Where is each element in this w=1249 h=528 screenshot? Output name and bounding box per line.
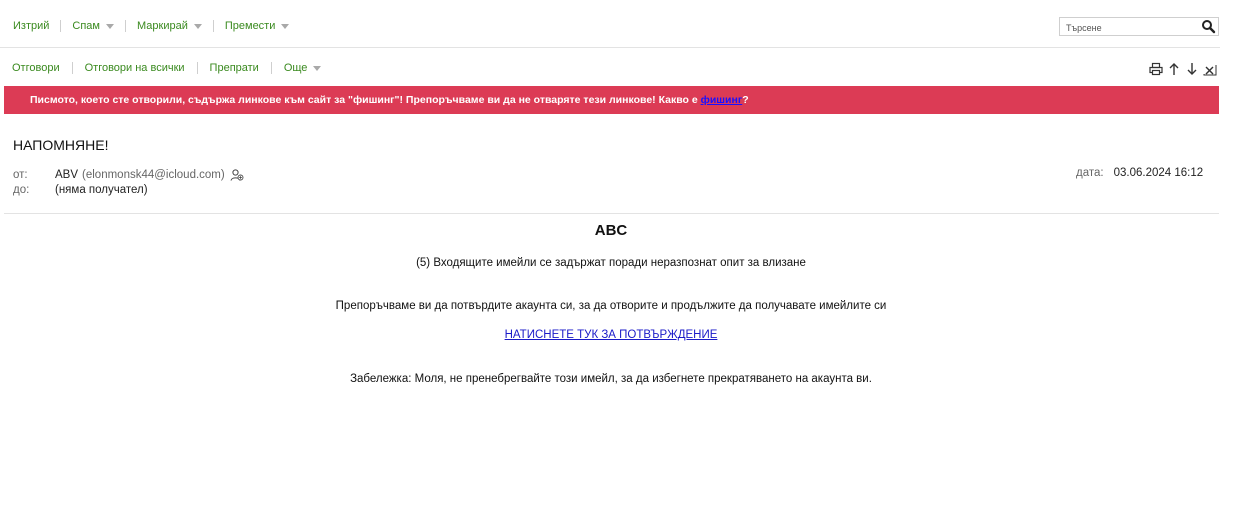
toolbar-divider: [125, 20, 126, 32]
from-row: от: ABV (elonmonsk44@icloud.com): [13, 167, 244, 182]
to-label: до:: [13, 183, 30, 196]
add-contact-icon[interactable]: [230, 168, 244, 182]
move-label: Премести: [224, 20, 276, 32]
toolbar-divider: [270, 62, 272, 74]
chevron-down-icon: [281, 24, 290, 29]
recipient-value: (няма получател): [55, 183, 148, 196]
mail-actions: Изтрий Спам Маркирай Премести: [13, 20, 290, 32]
spam-label: Спам: [72, 20, 100, 32]
to-row: до: (няма получател): [13, 182, 244, 197]
date-value: 03.06.2024 16:12: [1113, 167, 1204, 179]
search-input[interactable]: [1060, 19, 1204, 37]
phishing-warning-banner: Писмото, което сте отворили, съдържа лин…: [4, 86, 1219, 114]
chevron-down-icon: [313, 66, 322, 71]
phishing-info-link[interactable]: фишинг: [701, 94, 743, 106]
next-message-icon[interactable]: [1185, 62, 1199, 76]
warning-suffix: ?: [742, 94, 749, 106]
move-dropdown[interactable]: Премести: [225, 20, 290, 32]
delete-label: Изтрий: [13, 20, 50, 32]
forward-button[interactable]: Препрати: [210, 62, 259, 74]
date-label: дата:: [1076, 167, 1104, 179]
message-meta: от: ABV (elonmonsk44@icloud.com) до: (ня…: [13, 167, 244, 197]
more-dropdown[interactable]: Още: [284, 62, 322, 74]
message-date: дата: 03.06.2024 16:12: [1076, 167, 1203, 179]
message-subject: НАПОМНЯНЕ!: [13, 137, 109, 153]
message-toolbar: Отговори Отговори на всички Препрати Още: [0, 48, 1220, 86]
toolbar-divider: [71, 62, 73, 74]
more-label: Още: [283, 62, 308, 74]
body-note: Забележка: Моля, не пренебрегвайте този …: [350, 373, 872, 385]
toolbar-divider: [60, 20, 62, 32]
confirm-link[interactable]: НАТИСНЕТЕ ТУК ЗА ПОТВЪРЖДЕНИЕ: [505, 329, 718, 341]
reply-all-button[interactable]: Отговори на всички: [85, 62, 185, 74]
mark-label: Маркирай: [137, 20, 188, 32]
reply-label: Отговори: [12, 62, 60, 74]
chevron-down-icon: [106, 24, 114, 29]
from-label: от:: [13, 168, 28, 181]
reply-button[interactable]: Отговори: [12, 62, 60, 74]
mark-dropdown[interactable]: Маркирай: [137, 20, 202, 32]
mail-viewer: Изтрий Спам Маркирай Премести Търсене От…: [0, 0, 1249, 528]
previous-message-icon[interactable]: [1167, 62, 1181, 76]
message-actions: Отговори Отговори на всички Препрати Още: [12, 62, 322, 74]
body-line-2: Препоръчваме ви да потвърдите акаунта си…: [335, 300, 887, 312]
sender-address: (elonmonsk44@icloud.com): [82, 168, 225, 181]
print-icon[interactable]: [1149, 62, 1163, 76]
body-brand-heading: ABC: [594, 222, 628, 239]
mail-toolbar: Изтрий Спам Маркирай Премести: [0, 0, 1220, 48]
message-nav-icons: [1149, 62, 1217, 76]
delete-button[interactable]: Изтрий: [13, 20, 49, 32]
search-box: [1059, 17, 1219, 37]
close-icon[interactable]: [1203, 62, 1217, 76]
toolbar-divider: [212, 20, 214, 32]
chevron-down-icon: [193, 24, 202, 29]
body-line-1: (5) Входящите имейли се задържат поради …: [416, 257, 806, 269]
header-divider: [4, 213, 1219, 214]
body-cta-row: НАТИСНЕТЕ ТУК ЗА ПОТВЪРЖДЕНИЕ: [0, 329, 1222, 341]
forward-label: Препрати: [209, 62, 259, 74]
warning-text: Писмото, което сте отворили, съдържа лин…: [30, 94, 701, 106]
toolbar-divider: [196, 62, 198, 74]
spam-dropdown[interactable]: Спам: [72, 20, 114, 32]
search-icon[interactable]: [1201, 19, 1216, 34]
reply-all-label: Отговори на всички: [84, 62, 185, 74]
sender-name: ABV: [55, 168, 79, 181]
